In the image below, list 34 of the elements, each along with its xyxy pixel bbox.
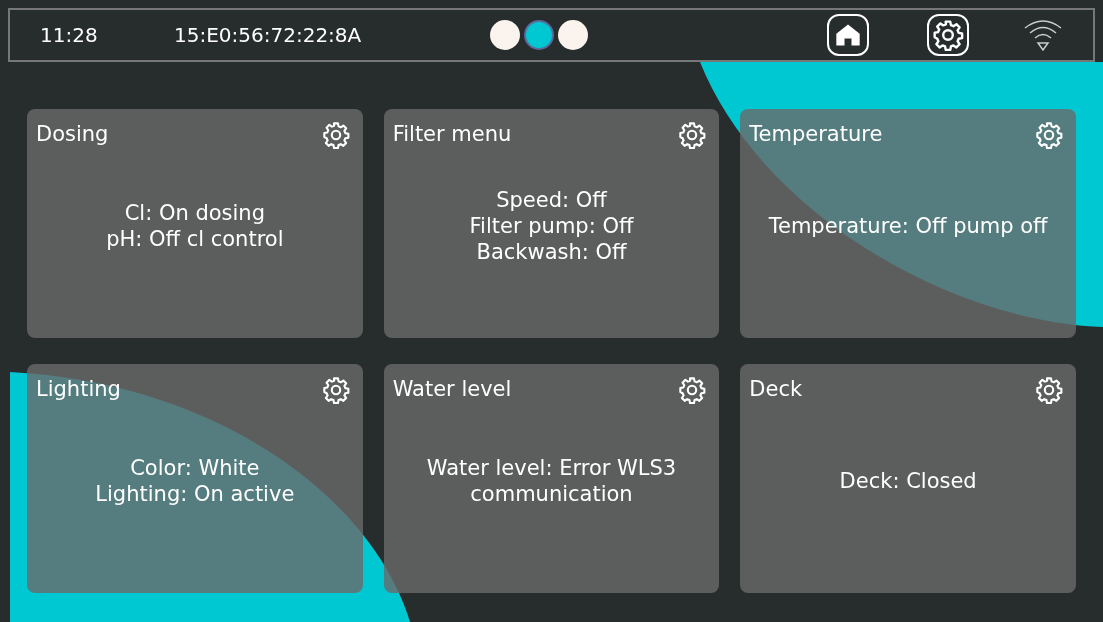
settings-icon: [678, 121, 707, 149]
status-text: Water level: Error WLS3 communication: [425, 454, 678, 507]
status-text: Filter pump: Off: [469, 212, 634, 239]
card-title: Deck: [749, 376, 803, 402]
status-card[interactable]: Temperature Temperature: Off pump off: [740, 109, 1076, 338]
settings-icon: [932, 19, 964, 51]
settings-icon: [321, 121, 350, 149]
card-title: Water level: [392, 376, 512, 402]
status-text: Color: White: [130, 454, 260, 481]
mac-address: 15:E0:56:72:22:8A: [174, 22, 363, 49]
card-title: Dosing: [36, 121, 109, 147]
card-title: Lighting: [36, 376, 121, 402]
status-text: Cl: On dosing: [124, 199, 265, 226]
status-text: Speed: Off: [496, 186, 607, 213]
status-text: Deck: Closed: [839, 467, 977, 494]
settings-icon: [321, 376, 350, 404]
status-card[interactable]: Dosing Cl: On dosing pH: Off cl control: [27, 109, 363, 338]
card-title: Temperature: [749, 121, 883, 147]
card-title: Filter menu: [392, 121, 512, 147]
home-button[interactable]: [827, 14, 869, 56]
settings-icon: [1035, 121, 1063, 149]
settings-icon: [1035, 376, 1063, 404]
status-text: Lighting: On active: [95, 480, 295, 507]
settings-icon: [678, 376, 707, 404]
status-text: Backwash: Off: [476, 238, 627, 265]
status-card[interactable]: Filter menu Speed: Off Filter pump: Off Backwash: Off: [383, 109, 720, 338]
status-text: pH: Off cl control: [106, 225, 284, 252]
status-card[interactable]: Water level Water level: Error WLS3 communication: [383, 364, 720, 593]
status-text: Temperature: Off pump off: [768, 212, 1048, 239]
status-card[interactable]: Deck Deck: Closed: [740, 364, 1076, 593]
status-card[interactable]: Lighting Color: White Lighting: On active: [27, 364, 363, 593]
clock-time: 11:28: [40, 22, 99, 49]
settings-button[interactable]: [927, 14, 969, 56]
wifi-icon[interactable]: [1023, 18, 1063, 52]
